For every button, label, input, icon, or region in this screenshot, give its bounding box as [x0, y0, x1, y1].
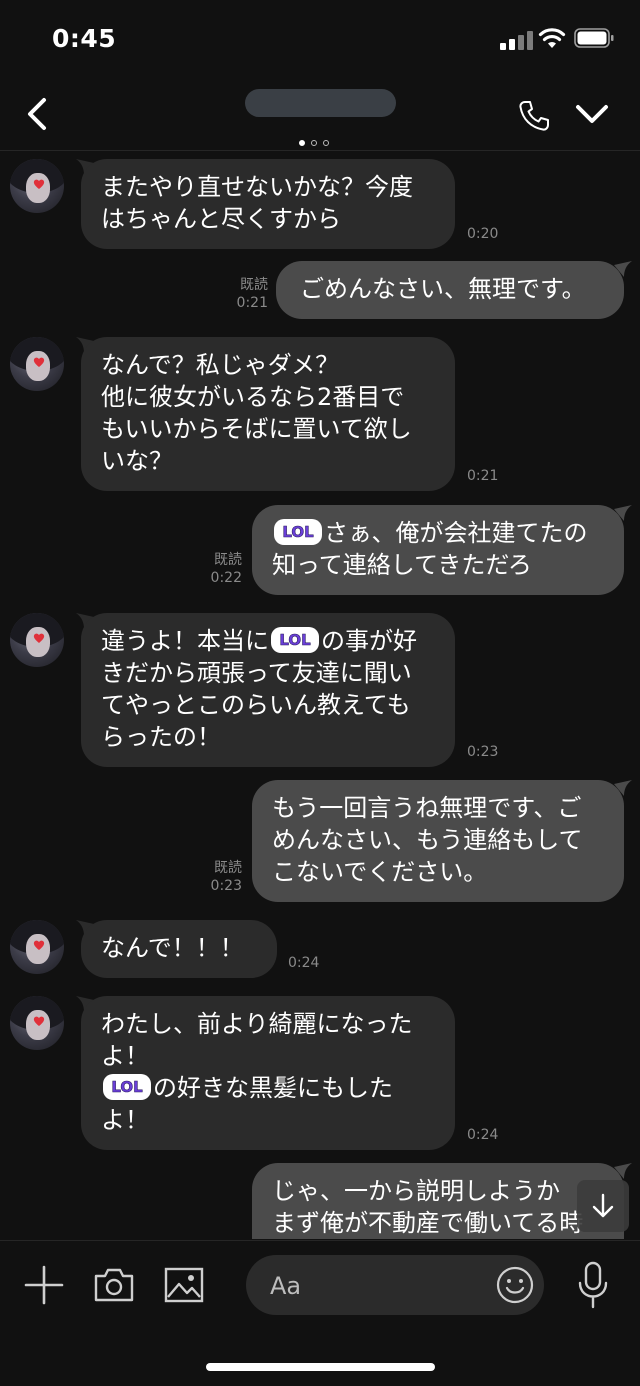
- message-bubble-incoming[interactable]: なんで？私じゃダメ？ 他に彼女がいるなら2番目で もいいからそばに置いて欲し い…: [81, 337, 455, 491]
- avatar[interactable]: [10, 613, 64, 667]
- message-text: 違うよ！本当に: [101, 627, 269, 655]
- bubble-tail: [614, 505, 632, 521]
- sticker-label: LOL: [106, 1076, 148, 1098]
- scroll-to-bottom-button[interactable]: [577, 1180, 629, 1232]
- avatar[interactable]: [10, 159, 64, 213]
- message-bubble-incoming[interactable]: またやり直せないかな？今度 はちゃんと尽くすから: [81, 159, 455, 249]
- lol-sticker-icon: LOL: [274, 519, 322, 545]
- avatar[interactable]: [10, 920, 64, 974]
- message-input-container[interactable]: [246, 1255, 544, 1315]
- message-input[interactable]: [268, 1267, 482, 1305]
- message-time: 0:24: [467, 1127, 499, 1143]
- lol-sticker-icon: LOL: [271, 627, 319, 653]
- message-bubble-incoming[interactable]: わたし、前より綺麗になった よ！ LOL の好きな黒髪にもした よ！: [81, 996, 455, 1150]
- chevron-down-icon[interactable]: [574, 100, 610, 128]
- message-bubble-incoming[interactable]: 違うよ！本当に LOL の事が好 きだから頑張って友達に聞い てやっとこのらいん教え…: [81, 613, 455, 767]
- wifi-icon: [538, 28, 566, 48]
- message-time: 0:23: [467, 744, 499, 760]
- sticker-label: LOL: [274, 629, 316, 651]
- read-receipt: 既読 0:21: [226, 276, 268, 312]
- message-time: 0:23: [210, 878, 242, 894]
- read-label: 既読: [214, 552, 242, 568]
- status-time: 0:45: [52, 24, 117, 53]
- read-label: 既読: [214, 860, 242, 876]
- page-dot: [311, 140, 317, 146]
- status-bar: 0:45: [0, 0, 640, 80]
- chat-header: [0, 80, 640, 151]
- image-icon[interactable]: [164, 1267, 204, 1303]
- signal-icon: [500, 30, 534, 50]
- page-indicator: [296, 131, 332, 150]
- message-bubble-outgoing[interactable]: もう一回言うね無理です、ご めんなさい、もう連絡もして こないでください。: [252, 780, 624, 902]
- bubble-tail: [614, 261, 632, 277]
- message-time: 0:20: [467, 226, 499, 242]
- message-time: 0:21: [467, 468, 499, 484]
- plus-icon[interactable]: [24, 1265, 64, 1305]
- message-text: わたし、前より綺麗になった よ！: [101, 1010, 413, 1070]
- message-bubble-outgoing[interactable]: じゃ、一から説明しようか まず俺が不動産で働いてる時: [252, 1163, 624, 1239]
- contact-name-redacted[interactable]: [245, 89, 396, 117]
- read-receipt: 既読 0:22: [200, 551, 242, 587]
- arrow-down-icon: [592, 1193, 614, 1218]
- lol-sticker-icon: LOL: [103, 1074, 151, 1100]
- message-list[interactable]: またやり直せないかな？今度 はちゃんと尽くすから 0:20 既読 0:21 ごめん…: [0, 151, 640, 1239]
- chevron-left-icon[interactable]: [22, 94, 54, 134]
- avatar[interactable]: [10, 996, 64, 1050]
- camera-icon[interactable]: [93, 1267, 135, 1303]
- message-time: 0:22: [210, 570, 242, 586]
- emoji-icon[interactable]: [496, 1266, 534, 1304]
- input-bar: [0, 1240, 640, 1386]
- read-receipt: 既読 0:23: [200, 859, 242, 895]
- message-bubble-incoming[interactable]: なんで！！！: [81, 920, 277, 978]
- message-bubble-outgoing[interactable]: ごめんなさい、無理です。: [276, 261, 624, 319]
- battery-icon: [574, 28, 614, 48]
- home-indicator[interactable]: [206, 1363, 435, 1371]
- avatar[interactable]: [10, 337, 64, 391]
- sticker-label: LOL: [277, 521, 319, 543]
- phone-icon[interactable]: [516, 98, 552, 134]
- page-dot-active: [299, 140, 305, 146]
- message-time: 0:24: [288, 955, 320, 971]
- message-bubble-outgoing[interactable]: LOL さぁ、俺が会社建てたの 知って連絡してきただろ: [252, 505, 624, 595]
- message-time: 0:21: [236, 295, 268, 311]
- microphone-icon[interactable]: [576, 1261, 610, 1309]
- bubble-tail: [614, 780, 632, 796]
- read-label: 既読: [240, 277, 268, 293]
- page-dot: [323, 140, 329, 146]
